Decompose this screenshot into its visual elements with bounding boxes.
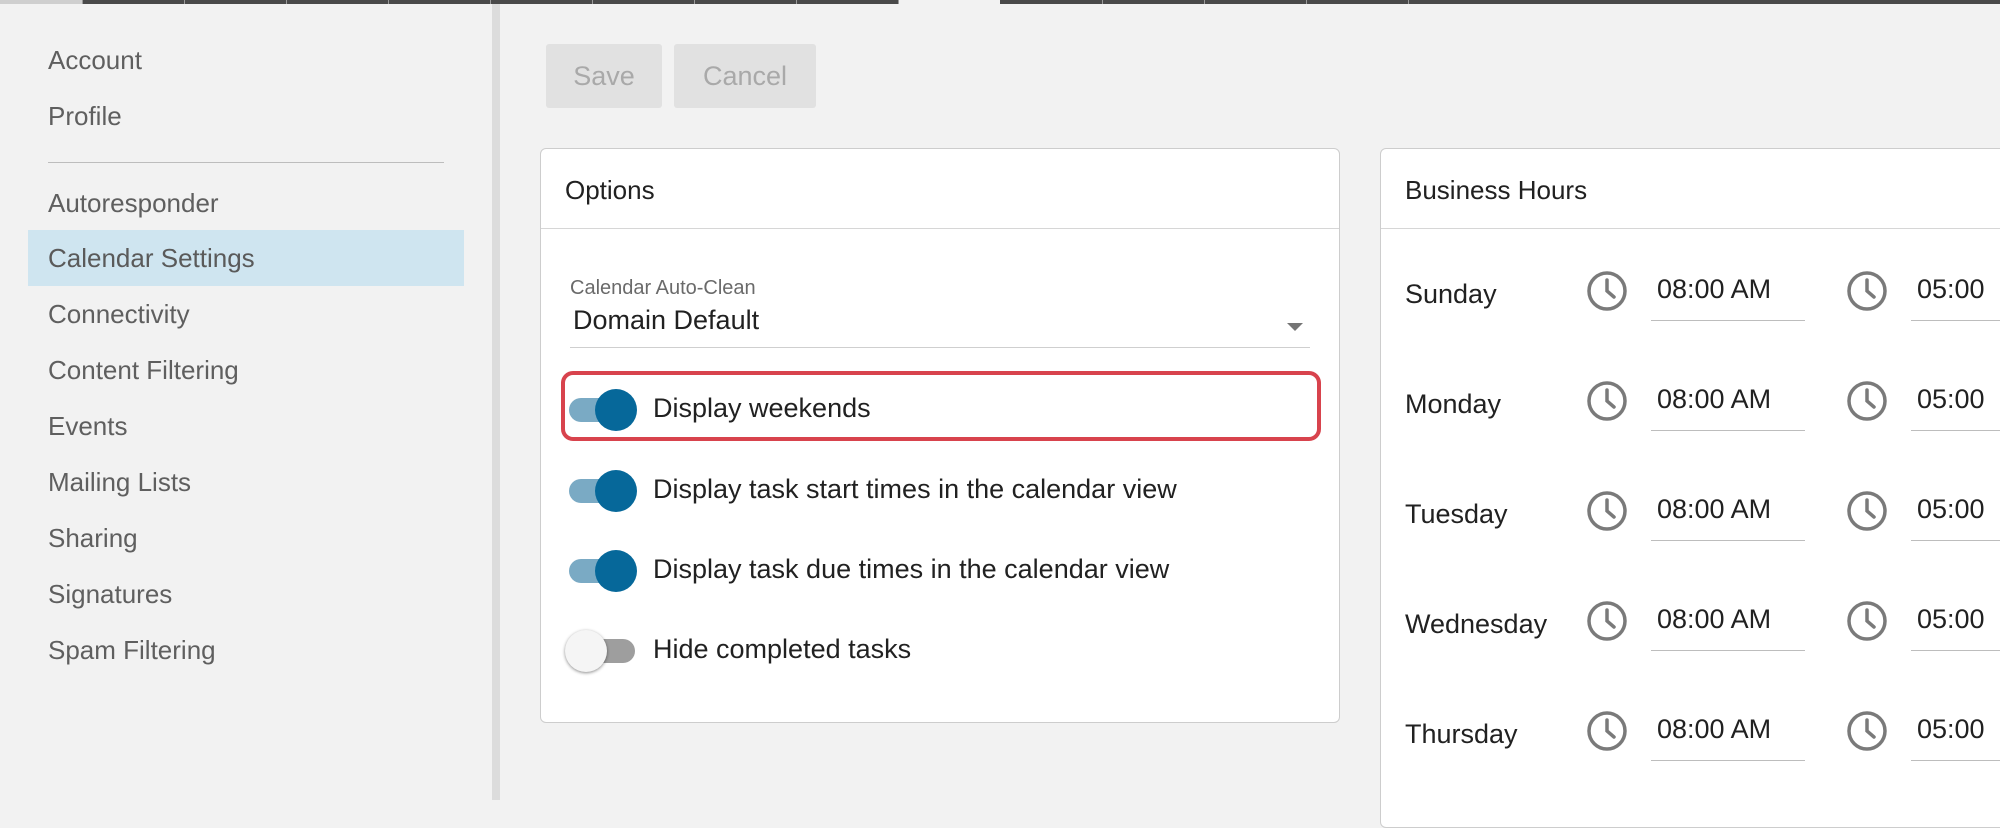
- top-tab[interactable]: [1001, 0, 1103, 4]
- sidebar-item-sharing[interactable]: Sharing: [28, 510, 464, 566]
- clock-icon[interactable]: [1585, 489, 1629, 533]
- day-name: Sunday: [1405, 279, 1497, 309]
- toggle-row-hide-completed[interactable]: Hide completed tasks: [565, 619, 1307, 675]
- business-hours-row: Thursday 08:00 AM 05:00: [1381, 701, 2000, 771]
- cancel-button[interactable]: Cancel: [674, 44, 816, 108]
- business-hours-row: Monday 08:00 AM 05:00: [1381, 371, 2000, 441]
- start-time-field[interactable]: 08:00 AM: [1651, 701, 1805, 761]
- sidebar-item-mailing-lists[interactable]: Mailing Lists: [28, 454, 464, 510]
- toggle-knob: [565, 630, 607, 672]
- sidebar-item-content-filtering[interactable]: Content Filtering: [28, 342, 464, 398]
- clock-icon[interactable]: [1585, 599, 1629, 643]
- toggle-knob: [595, 470, 637, 512]
- clock-icon[interactable]: [1845, 489, 1889, 533]
- toggle-row-display-weekends[interactable]: Display weekends: [567, 378, 1307, 434]
- task-due-times-label: Display task due times in the calendar v…: [653, 554, 1170, 584]
- options-card-title: Options: [541, 149, 1339, 229]
- sidebar-item-calendar-settings[interactable]: Calendar Settings: [28, 230, 464, 286]
- toggle-knob: [595, 550, 637, 592]
- sidebar-item-account[interactable]: Account: [28, 32, 464, 88]
- sidebar-item-profile[interactable]: Profile: [28, 88, 464, 144]
- day-name: Monday: [1405, 389, 1502, 419]
- sidebar-resize-divider[interactable]: [492, 4, 500, 800]
- chevron-down-icon[interactable]: [1287, 323, 1303, 331]
- business-hours-row: Sunday 08:00 AM 05:00: [1381, 261, 2000, 331]
- end-time-field[interactable]: 05:00: [1911, 481, 2000, 541]
- business-hours-card: Business Hours Sunday 08:00 AM 05:00 Monday…: [1380, 148, 2000, 828]
- hide-completed-tasks-toggle[interactable]: [565, 629, 637, 672]
- end-time-field[interactable]: 05:00: [1911, 591, 2000, 651]
- top-tab[interactable]: [1307, 0, 1409, 4]
- clock-icon[interactable]: [1585, 379, 1629, 423]
- top-tab[interactable]: [797, 0, 899, 4]
- day-name: Wednesday: [1405, 609, 1548, 639]
- auto-clean-underline: [570, 347, 1310, 348]
- top-tab[interactable]: [695, 0, 797, 4]
- clock-icon[interactable]: [1585, 269, 1629, 313]
- sidebar-item-connectivity[interactable]: Connectivity: [28, 286, 464, 342]
- top-tab[interactable]: [1205, 0, 1307, 4]
- display-weekends-label: Display weekends: [653, 393, 871, 423]
- sidebar-separator: [48, 162, 444, 163]
- business-hours-title: Business Hours: [1381, 149, 2000, 229]
- task-due-times-toggle[interactable]: [567, 549, 637, 592]
- start-time-field[interactable]: 08:00 AM: [1651, 591, 1805, 651]
- clock-icon[interactable]: [1845, 269, 1889, 313]
- clock-icon[interactable]: [1845, 379, 1889, 423]
- sidebar-item-signatures[interactable]: Signatures: [28, 566, 464, 622]
- save-button[interactable]: Save: [546, 44, 662, 108]
- toggle-row-task-due-times[interactable]: Display task due times in the calendar v…: [567, 539, 1307, 595]
- start-time-field[interactable]: 08:00 AM: [1651, 371, 1805, 431]
- top-tab[interactable]: [1103, 0, 1205, 4]
- clock-icon[interactable]: [1585, 709, 1629, 753]
- settings-sidebar: Account Profile Autoresponder Calendar S…: [0, 4, 492, 800]
- auto-clean-label: Calendar Auto-Clean: [570, 277, 756, 299]
- business-hours-row: Tuesday 08:00 AM 05:00: [1381, 481, 2000, 551]
- end-time-field[interactable]: 05:00: [1911, 371, 2000, 431]
- day-name: Thursday: [1405, 719, 1518, 749]
- sidebar-item-events[interactable]: Events: [28, 398, 464, 454]
- clock-icon[interactable]: [1845, 709, 1889, 753]
- top-tab-selected[interactable]: [899, 0, 1001, 4]
- sidebar-item-spam-filtering[interactable]: Spam Filtering: [28, 622, 464, 678]
- sidebar-item-autoresponder[interactable]: Autoresponder: [28, 175, 464, 231]
- top-tab[interactable]: [491, 0, 593, 4]
- top-tab[interactable]: [593, 0, 695, 4]
- auto-clean-select[interactable]: Domain Default: [573, 305, 759, 336]
- task-start-times-label: Display task start times in the calendar…: [653, 474, 1177, 504]
- end-time-field[interactable]: 05:00: [1911, 701, 2000, 761]
- hide-completed-tasks-label: Hide completed tasks: [653, 634, 912, 664]
- options-card: Options Calendar Auto-Clean Domain Defau…: [540, 148, 1340, 723]
- clock-icon[interactable]: [1845, 599, 1889, 643]
- toggle-knob: [595, 389, 637, 431]
- business-hours-row: Wednesday 08:00 AM 05:00: [1381, 591, 2000, 661]
- start-time-field[interactable]: 08:00 AM: [1651, 261, 1805, 321]
- end-time-field[interactable]: 05:00: [1911, 261, 2000, 321]
- display-weekends-toggle[interactable]: [567, 388, 637, 431]
- start-time-field[interactable]: 08:00 AM: [1651, 481, 1805, 541]
- task-start-times-toggle[interactable]: [567, 469, 637, 512]
- top-tab-strip-fill: [1409, 0, 2000, 4]
- day-name: Tuesday: [1405, 499, 1508, 529]
- toggle-row-task-start-times[interactable]: Display task start times in the calendar…: [567, 459, 1307, 515]
